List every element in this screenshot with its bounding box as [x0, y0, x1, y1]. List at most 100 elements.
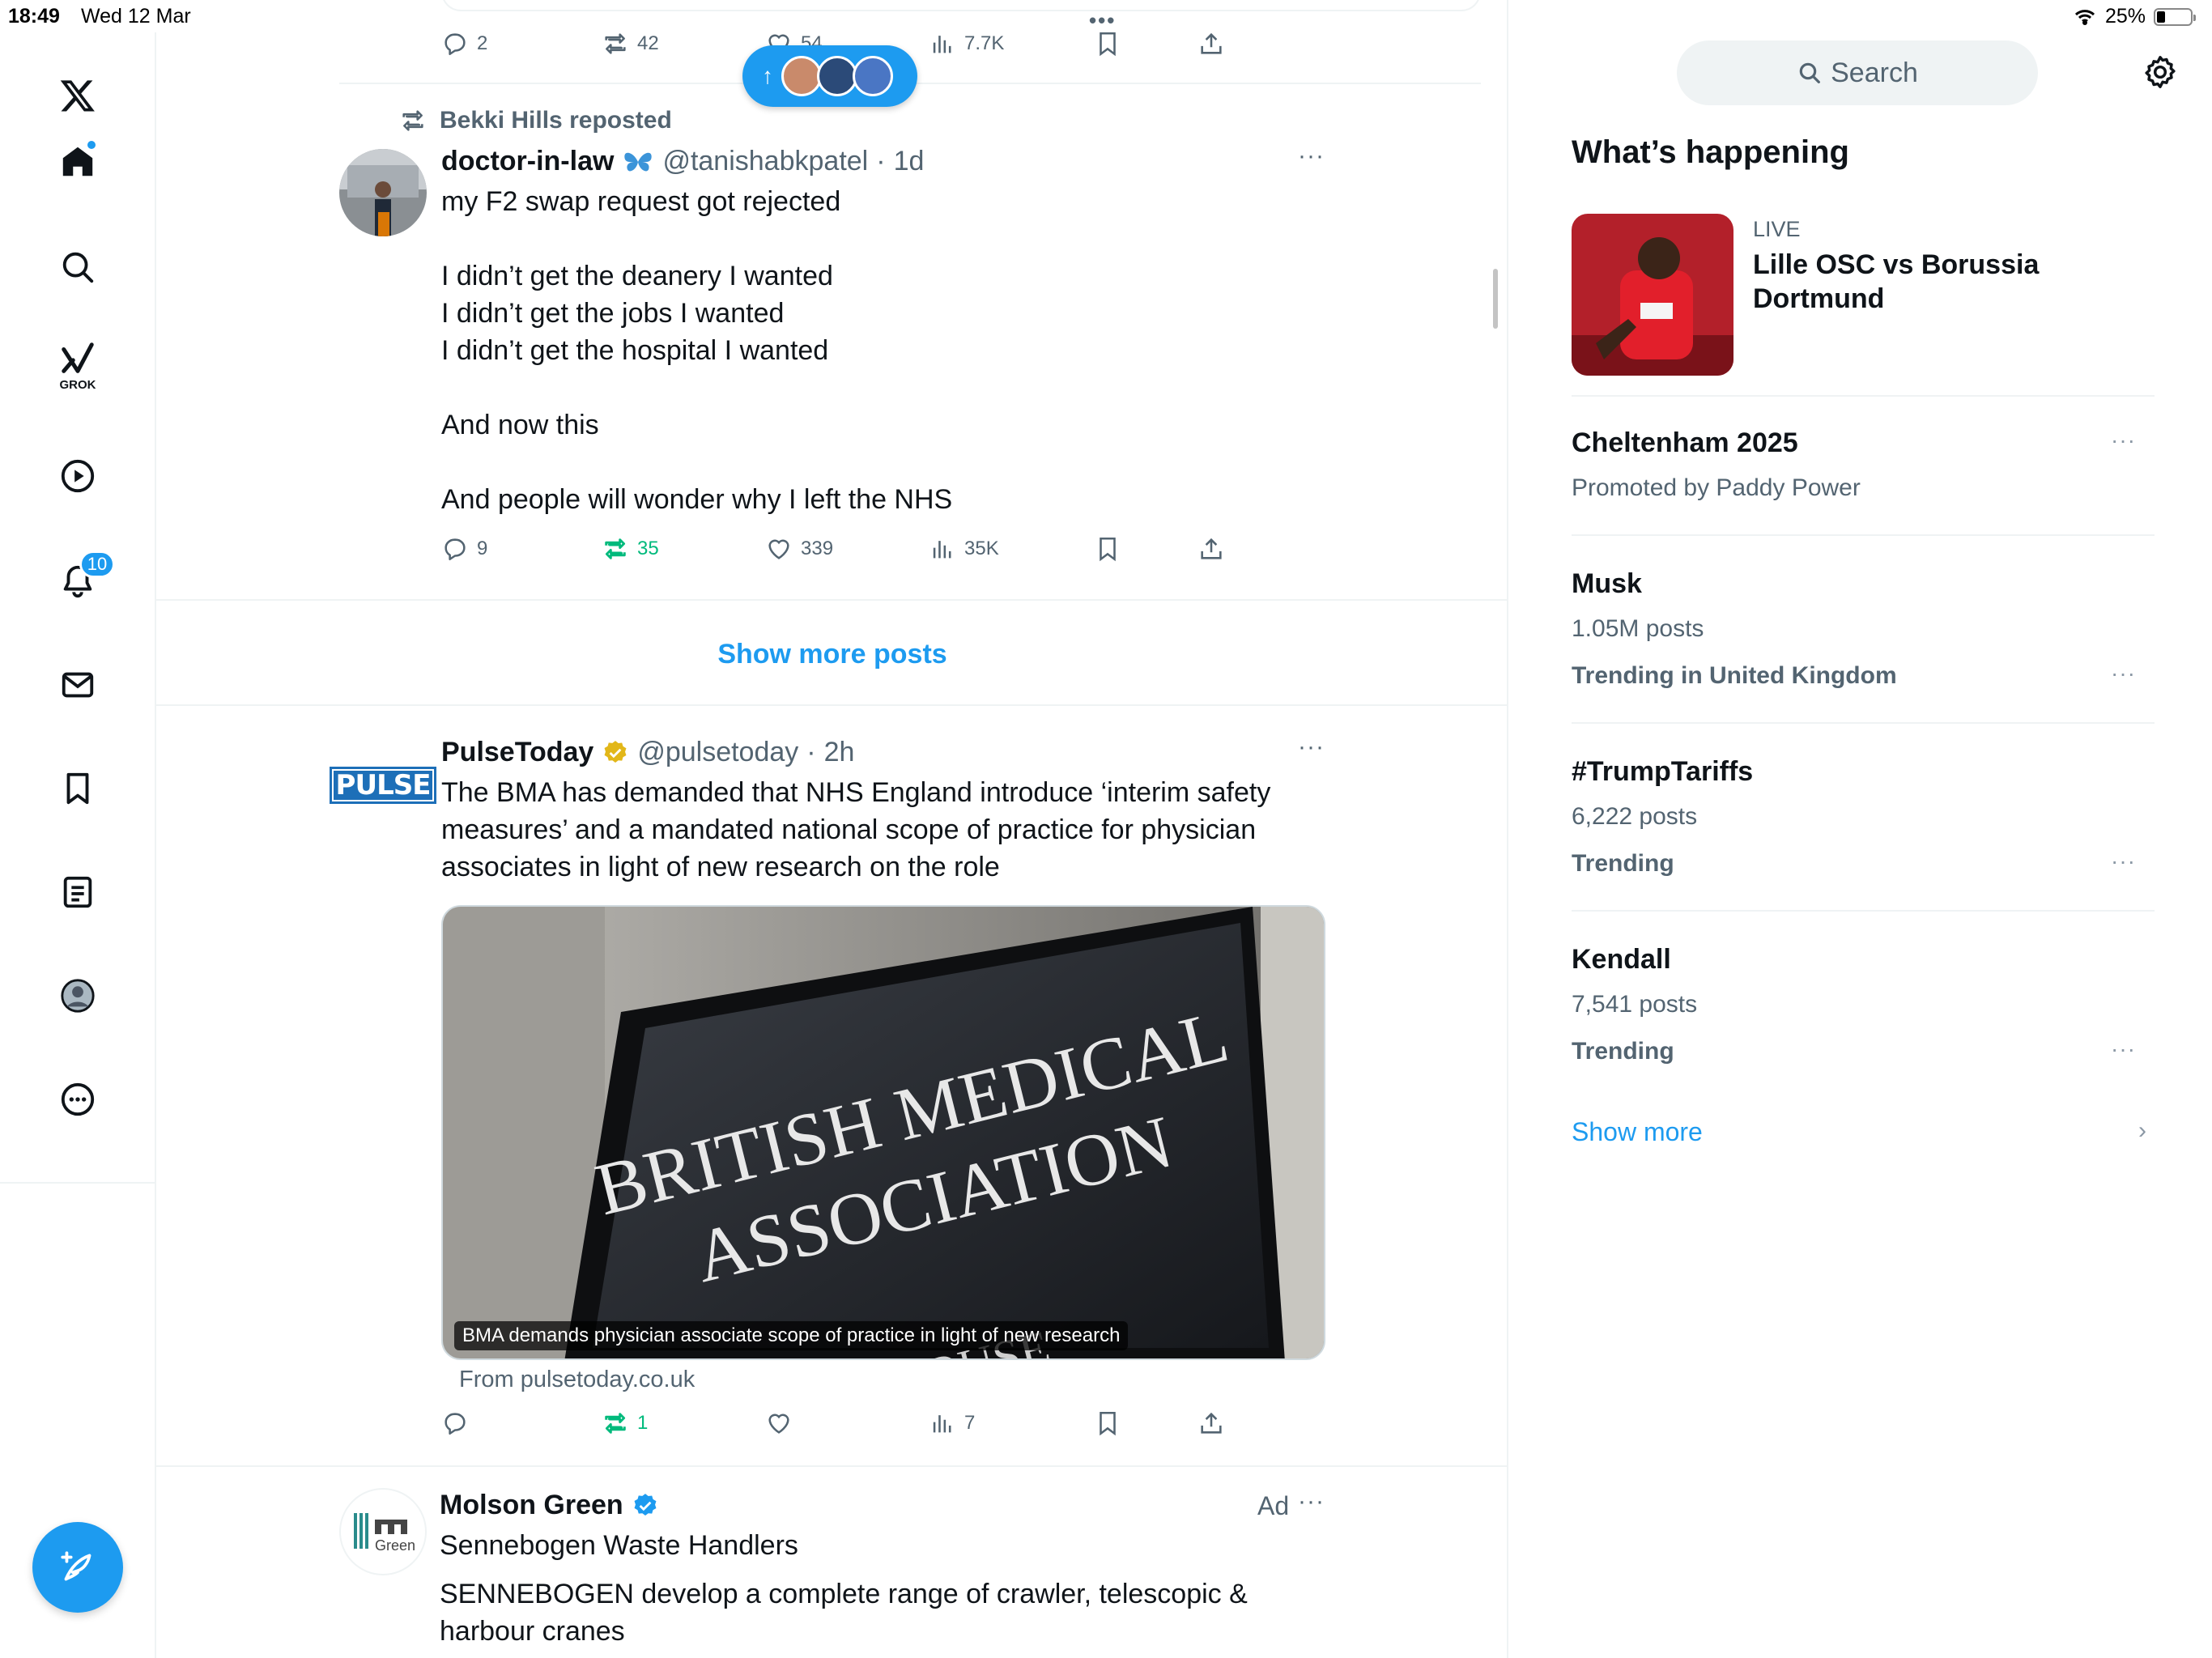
author-avatar[interactable] — [339, 149, 427, 236]
like-button[interactable] — [765, 1407, 801, 1439]
repost-icon — [605, 33, 626, 54]
post-more-menu[interactable]: ··· — [1298, 1488, 1325, 1516]
like-count: 339 — [801, 538, 834, 559]
live-label: LIVE — [1753, 217, 1801, 241]
header-separator: · — [876, 146, 886, 176]
views-icon — [933, 36, 951, 53]
post-body-line — [441, 220, 1470, 257]
repost-button[interactable]: 35 — [602, 533, 659, 565]
like-button[interactable]: 339 — [765, 533, 833, 565]
repost-button[interactable]: 1 — [602, 1407, 648, 1439]
post-body-line — [441, 444, 1470, 481]
post-time[interactable]: 2h — [824, 737, 855, 768]
trend-title[interactable]: Cheltenham 2025 — [1572, 427, 1798, 459]
scrollbar-thumb[interactable] — [1493, 269, 1498, 329]
reply-button[interactable]: 2 — [441, 28, 487, 60]
more-options-icon[interactable] — [53, 1075, 102, 1124]
settings-gear-icon[interactable] — [2142, 53, 2179, 91]
compose-post-button[interactable] — [32, 1522, 123, 1613]
bma-sign-image: BRITISH MEDICAL ASSOCIATION BMA HOUSE — [443, 907, 1324, 1358]
author-name[interactable]: PulseToday — [441, 737, 593, 768]
share-icon — [1201, 538, 1222, 559]
live-event-thumbnail[interactable] — [1572, 214, 1733, 376]
section-divider — [156, 599, 1507, 601]
search-input[interactable]: Search — [1677, 40, 2038, 105]
bookmark-button[interactable] — [1094, 1407, 1121, 1439]
whats-happening-title: What’s happening — [1572, 134, 1849, 170]
ad-avatar[interactable]: Green — [339, 1488, 427, 1575]
trend-more-menu[interactable]: ··· — [2111, 1036, 2136, 1062]
reply-button[interactable]: 9 — [441, 533, 487, 565]
post-body-line: I didn’t get the jobs I wanted — [441, 298, 785, 329]
show-more-trends-link[interactable]: Show more — [1572, 1117, 1703, 1147]
author-handle[interactable]: @pulsetoday — [637, 737, 798, 768]
views-button[interactable]: 35K — [929, 533, 999, 565]
share-button[interactable] — [1197, 28, 1225, 60]
repost-count: 35 — [637, 538, 659, 559]
trend-context: Trending — [1572, 850, 1674, 877]
share-button[interactable] — [1197, 533, 1225, 565]
reply-count: 9 — [477, 538, 488, 559]
author-name[interactable]: Molson Green — [440, 1490, 623, 1521]
bookmarks-icon[interactable] — [53, 764, 102, 813]
post-body: The BMA has demanded that NHS England in… — [441, 777, 1271, 882]
search-icon[interactable] — [53, 243, 102, 291]
repost-button[interactable]: 42 — [602, 28, 659, 60]
views-button[interactable]: 7 — [929, 1407, 975, 1439]
profile-icon[interactable] — [53, 971, 102, 1020]
trend-divider — [1572, 722, 2155, 724]
quoted-card-bottom — [441, 0, 1481, 11]
author-name[interactable]: doctor-in-law — [441, 146, 614, 177]
repost-count: 42 — [637, 32, 659, 54]
trend-context: Trending in United Kingdom — [1572, 662, 1897, 689]
bookmark-button[interactable] — [1094, 28, 1121, 60]
trend-more-menu[interactable]: ··· — [2111, 848, 2136, 874]
new-post-avatar — [853, 56, 893, 96]
section-divider — [156, 704, 1507, 706]
trend-more-menu[interactable]: ··· — [2111, 427, 2136, 453]
trend-post-count: 1.05M posts — [1572, 615, 1704, 642]
x-logo-icon[interactable] — [53, 71, 102, 120]
repost-icon — [402, 110, 423, 131]
trend-title[interactable]: Musk — [1572, 568, 1642, 600]
show-more-posts-link[interactable]: Show more posts — [156, 602, 1507, 706]
video-icon[interactable] — [53, 452, 102, 500]
lists-icon[interactable] — [53, 868, 102, 916]
post-time[interactable]: 1d — [894, 146, 925, 177]
reply-icon — [445, 1413, 466, 1435]
views-count: 7 — [964, 1412, 976, 1434]
views-icon — [933, 541, 951, 559]
grok-icon[interactable]: GROK — [53, 338, 102, 392]
bookmark-button[interactable] — [1094, 533, 1121, 565]
new-posts-pill[interactable]: ↑ — [742, 45, 917, 107]
heart-icon — [768, 1414, 789, 1434]
trend-title[interactable]: #TrumpTariffs — [1572, 756, 1753, 788]
post-body-line: I didn’t get the deanery I wanted — [441, 261, 833, 291]
post-body-line — [441, 369, 1470, 406]
views-button[interactable]: 7.7K — [929, 28, 1004, 60]
reposted-by-label: Bekki Hills reposted — [440, 107, 672, 134]
header-separator: · — [806, 737, 816, 767]
pulse-logo-text: PULSE — [329, 767, 437, 804]
ad-subtitle: Sennebogen Waste Handlers — [440, 1530, 798, 1561]
live-event-title[interactable]: Lille OSC vs Borussia Dortmund — [1753, 248, 2077, 316]
trend-more-menu[interactable]: ··· — [2111, 661, 2136, 687]
link-source[interactable]: From pulsetoday.co.uk — [459, 1367, 695, 1393]
reply-button[interactable] — [441, 1407, 477, 1439]
trend-title[interactable]: Kendall — [1572, 944, 1671, 976]
post-more-menu[interactable]: ··· — [1298, 733, 1325, 761]
trend-post-count: 7,541 posts — [1572, 991, 1698, 1018]
search-icon — [1799, 62, 1821, 83]
share-icon — [1201, 1412, 1222, 1434]
share-button[interactable] — [1197, 1407, 1225, 1439]
post-header: doctor-in-law @tanishabkpatel · 1d — [441, 146, 924, 177]
repost-context[interactable]: Bekki Hills reposted — [399, 107, 672, 134]
pulse-avatar[interactable]: PULSE — [329, 742, 437, 829]
home-icon[interactable] — [53, 138, 102, 186]
post-body-line: my F2 swap request got rejected — [441, 186, 841, 217]
link-card-image[interactable]: BRITISH MEDICAL ASSOCIATION BMA HOUSE BM… — [441, 905, 1325, 1360]
notifications-icon[interactable]: 10 — [53, 551, 115, 606]
post-more-menu[interactable]: ··· — [1298, 142, 1325, 170]
author-handle[interactable]: @tanishabkpatel — [662, 146, 868, 177]
messages-icon[interactable] — [53, 661, 102, 709]
